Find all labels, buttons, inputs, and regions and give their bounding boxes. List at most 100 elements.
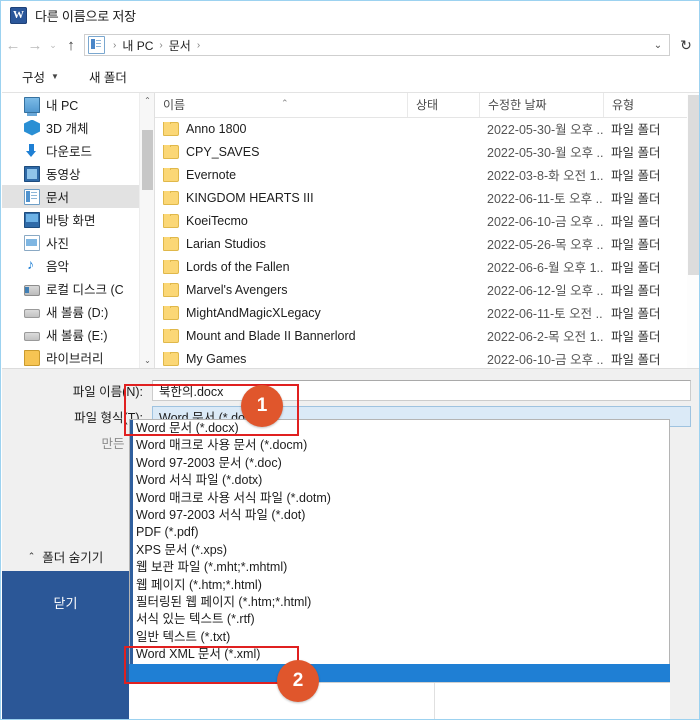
cell-name: Evernote xyxy=(155,167,407,182)
organize-label: 구성 xyxy=(22,71,46,85)
cell-type: 파일 폴더 xyxy=(611,192,661,206)
music-icon xyxy=(24,256,40,274)
new-folder-label: 새 폴더 xyxy=(88,71,127,85)
table-row[interactable]: My Games 2022-06-10-금 오후 ... 파일 폴더 xyxy=(155,347,699,368)
sidebar-item-label: 내 PC xyxy=(46,99,79,113)
file-name-label: My Games xyxy=(186,351,247,366)
filename-input[interactable]: 북한의.docx xyxy=(152,379,691,401)
column-header-type[interactable]: 유형 xyxy=(603,93,693,117)
table-row[interactable]: Anno 1800 2022-05-30-월 오후 ... 파일 폴더 xyxy=(155,117,699,140)
sidebar-list: 내 PC 3D 개체다운로드동영상문서바탕 화면사진음악로컬 디스크 (C 새 볼륨… xyxy=(2,93,154,368)
annotation-badge-1: 1 xyxy=(241,385,283,427)
sidebar-item-3[interactable]: 동영상 xyxy=(2,162,154,185)
cell-date: 2022-06-10-금 오후 ... xyxy=(487,353,603,367)
breadcrumb-item-documents[interactable]: 문서 xyxy=(168,37,192,54)
table-row[interactable]: CPY_SAVES 2022-05-30-월 오후 ... 파일 폴더 xyxy=(155,140,699,163)
table-row[interactable]: MightAndMagicXLegacy 2022-06-11-토 오전 ... 파… xyxy=(155,301,699,324)
sidebar-item-8[interactable]: 로컬 디스크 (C xyxy=(2,277,154,300)
file-name-label: KINGDOM HEARTS III xyxy=(186,190,314,205)
filetype-dropdown-list[interactable]: Word 문서 (*.docx) Word 매크로 사용 문서 (*.docm) W… xyxy=(129,419,670,682)
address-bar[interactable]: › 내 PC › 문서 › ⌄ xyxy=(84,34,670,56)
scroll-up-icon[interactable]: ⌃ xyxy=(140,93,154,108)
dropdown-option-9[interactable]: 웹 페이지 (*.htm;*.html) xyxy=(130,577,669,594)
scrollbar-thumb[interactable] xyxy=(142,130,153,190)
dropdown-option-1[interactable]: Word 매크로 사용 문서 (*.docm) xyxy=(130,437,669,454)
filename-label: 파일 이름(N): xyxy=(72,384,143,399)
sidebar-item-label: 새 볼륨 (E:) xyxy=(46,329,108,343)
up-icon[interactable]: ↑ xyxy=(60,33,82,57)
sidebar-item-0[interactable]: 내 PC xyxy=(2,93,154,116)
back-icon[interactable]: ← xyxy=(2,33,24,57)
dropdown-option-7[interactable]: XPS 문서 (*.xps) xyxy=(130,542,669,559)
sidebar-item-9[interactable]: 새 볼륨 (D:) xyxy=(2,300,154,323)
sidebar-item-1[interactable]: 3D 개체 xyxy=(2,116,154,139)
breadcrumb-separator: › xyxy=(159,39,163,51)
table-row[interactable]: Larian Studios 2022-05-26-목 오후 ... 파일 폴더 xyxy=(155,232,699,255)
hide-folders-button[interactable]: ⌃ 폴더 숨기기 xyxy=(2,541,129,571)
folder-icon xyxy=(163,305,179,320)
table-row[interactable]: Lords of the Fallen 2022-06-6-월 오후 1... 파일… xyxy=(155,255,699,278)
scroll-down-icon[interactable]: ⌄ xyxy=(140,353,154,368)
chevron-down-icon[interactable]: ⌄ xyxy=(647,40,669,51)
sidebar-item-11[interactable]: 라이브러리 xyxy=(2,346,154,368)
pictures-icon xyxy=(24,234,40,251)
refresh-icon[interactable]: ↻ xyxy=(672,33,699,57)
folder-icon xyxy=(163,121,179,136)
save-as-dialog: 다른 이름으로 저장 ← → ⌄ ↑ › 내 PC › 문서 › ⌄ ↻ 구성 … xyxy=(0,0,700,720)
dropdown-option-13[interactable]: Word XML 문서 (*.xml) xyxy=(130,646,669,663)
table-row[interactable]: KINGDOM HEARTS III 2022-06-11-토 오후 ... 파일 … xyxy=(155,186,699,209)
column-header-name[interactable]: 이름 ⌃ xyxy=(155,93,407,117)
dropdown-option-0[interactable]: Word 문서 (*.docx) xyxy=(130,420,669,437)
sidebar-item-label: 로컬 디스크 (C xyxy=(46,283,124,297)
sidebar-item-label: 라이브러리 xyxy=(46,352,104,366)
dropdown-option-12[interactable]: 일반 텍스트 (*.txt) xyxy=(130,629,669,646)
sidebar-item-label: 3D 개체 xyxy=(46,122,89,136)
file-rows: Anno 1800 2022-05-30-월 오후 ... 파일 폴더 CPY_SAV… xyxy=(155,117,699,368)
forward-icon[interactable]: → xyxy=(24,33,46,57)
title-bar: 다른 이름으로 저장 xyxy=(2,2,699,28)
column-header-state[interactable]: 상태 xyxy=(407,93,479,117)
volume-icon xyxy=(24,332,40,341)
folder-icon xyxy=(163,328,179,343)
sidebar-item-10[interactable]: 새 볼륨 (E:) xyxy=(2,323,154,346)
cell-name: KoeiTecmo xyxy=(155,213,407,228)
dropdown-option-2[interactable]: Word 97-2003 문서 (*.doc) xyxy=(130,455,669,472)
sidebar-item-4[interactable]: 문서 xyxy=(2,185,154,208)
table-row[interactable]: KoeiTecmo 2022-06-10-금 오후 ... 파일 폴더 xyxy=(155,209,699,232)
dropdown-option-6[interactable]: PDF (*.pdf) xyxy=(130,524,669,541)
dropdown-option-4[interactable]: Word 매크로 사용 서식 파일 (*.dotm) xyxy=(130,490,669,507)
folder-icon xyxy=(163,167,179,182)
cell-name: Anno 1800 xyxy=(155,121,407,136)
dropdown-option-11[interactable]: 서식 있는 텍스트 (*.rtf) xyxy=(130,611,669,628)
sidebar-item-2[interactable]: 다운로드 xyxy=(2,139,154,162)
table-row[interactable]: Evernote 2022-03-8-화 오전 1... 파일 폴더 xyxy=(155,163,699,186)
file-list-pane: 이름 ⌃ 상태 수정한 날짜 유형 Anno 1800 2022-05-30-월 … xyxy=(155,93,699,368)
cell-date: 2022-06-2-목 오전 1... xyxy=(487,330,603,344)
folder-icon xyxy=(163,259,179,274)
navigation-bar: ← → ⌄ ↑ › 내 PC › 문서 › ⌄ ↻ xyxy=(2,29,699,61)
dropdown-option-10[interactable]: 필터링된 웹 페이지 (*.htm;*.html) xyxy=(130,594,669,611)
cell-type: 파일 폴더 xyxy=(611,215,661,229)
file-list-scrollbar[interactable] xyxy=(687,93,699,368)
sidebar-item-5[interactable]: 바탕 화면 xyxy=(2,208,154,231)
recent-locations-icon[interactable]: ⌄ xyxy=(46,33,60,57)
new-folder-button[interactable]: 새 폴더 xyxy=(81,67,135,86)
organize-button[interactable]: 구성 ▼ xyxy=(14,67,67,86)
dropdown-option-3[interactable]: Word 서식 파일 (*.dotx) xyxy=(130,472,669,489)
sidebar-scrollbar[interactable]: ⌃ ⌄ xyxy=(139,93,154,368)
sidebar-item-label: 문서 xyxy=(46,191,70,205)
close-button[interactable]: 닫기 xyxy=(2,571,129,719)
sidebar-item-6[interactable]: 사진 xyxy=(2,231,154,254)
scrollbar-thumb[interactable] xyxy=(688,95,699,275)
dropdown-option-8[interactable]: 웹 보관 파일 (*.mht;*.mhtml) xyxy=(130,559,669,576)
dropdown-option-5[interactable]: Word 97-2003 서식 파일 (*.dot) xyxy=(130,507,669,524)
table-row[interactable]: Mount and Blade II Bannerlord 2022-06-2-목… xyxy=(155,324,699,347)
column-header-date[interactable]: 수정한 날짜 xyxy=(479,93,603,117)
breadcrumb-item-mypc[interactable]: 내 PC xyxy=(121,37,154,54)
cell-date: 2022-06-6-월 오후 1... xyxy=(487,261,603,275)
cell-type: 파일 폴더 xyxy=(611,169,661,183)
sidebar-item-7[interactable]: 음악 xyxy=(2,254,154,277)
file-name-label: Anno 1800 xyxy=(186,121,247,136)
dialog-body: 내 PC 3D 개체다운로드동영상문서바탕 화면사진음악로컬 디스크 (C 새 볼륨… xyxy=(2,93,699,368)
table-row[interactable]: Marvel's Avengers 2022-06-12-일 오후 ... 파일 폴… xyxy=(155,278,699,301)
